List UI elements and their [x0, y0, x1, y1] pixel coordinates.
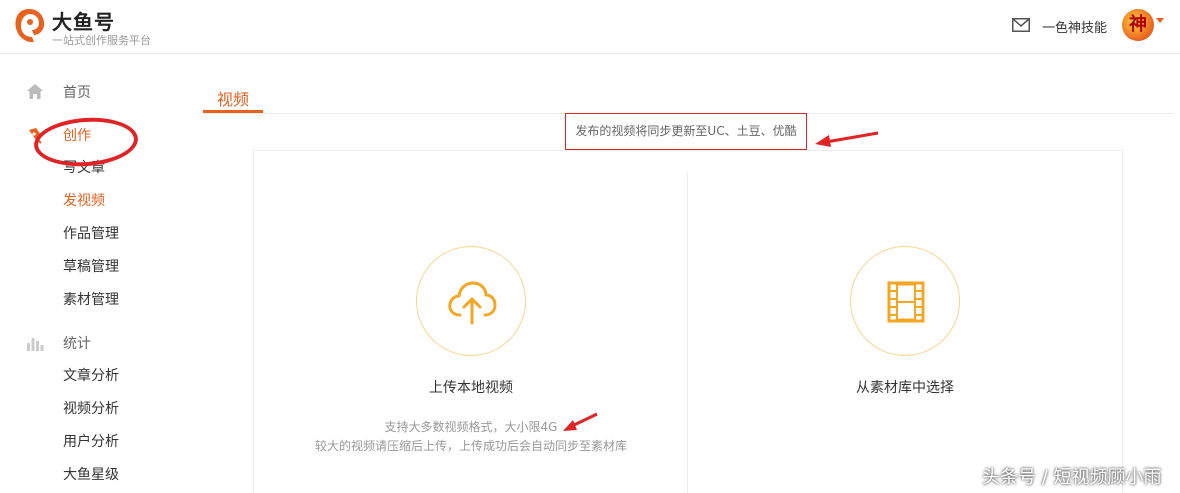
upload-local-video-button[interactable] — [416, 246, 526, 356]
sidebar-item-home[interactable]: 首页 — [26, 80, 176, 104]
username[interactable]: 一色神技能 — [1042, 17, 1107, 36]
film-icon — [887, 281, 925, 323]
sidebar-subitem-video-analysis[interactable]: 视频分析 — [63, 398, 119, 418]
sidebar-subitem-user-analysis[interactable]: 用户分析 — [63, 431, 119, 451]
avatar[interactable]: 神 — [1122, 9, 1154, 41]
top-header: 大鱼号 一站式创作服务平台 一色神技能 神 — [0, 0, 1180, 54]
home-icon — [27, 84, 43, 99]
sidebar-item-label: 统计 — [63, 336, 91, 352]
fish-logo-icon[interactable] — [12, 6, 46, 46]
upload-hint-compress: 较大的视频请压缩后上传，上传成功后会自动同步至素材库 — [314, 439, 627, 453]
bar-chart-icon — [27, 338, 44, 351]
sync-notice: 发布的视频将同步更新至UC、土豆、优酷 — [565, 113, 807, 150]
annotation-arrow — [563, 412, 598, 431]
chevron-down-icon[interactable] — [1156, 18, 1164, 23]
select-from-library-button[interactable] — [850, 246, 960, 356]
sidebar-subitem-post-video[interactable]: 发视频 — [63, 190, 105, 210]
select-from-library-title[interactable]: 从素材库中选择 — [826, 377, 984, 397]
watermark: 头条号 / 短视频顾小雨 — [982, 467, 1162, 488]
sidebar-subitem-article-analysis[interactable]: 文章分析 — [63, 365, 119, 385]
upload-local-video-title[interactable]: 上传本地视频 — [392, 377, 550, 397]
annotation-arrow — [815, 131, 879, 147]
panel-divider — [687, 172, 688, 493]
sidebar-subitem-assets-manage[interactable]: 素材管理 — [63, 289, 119, 309]
brand-name[interactable]: 大鱼号 — [52, 6, 115, 35]
sidebar-item-label: 首页 — [63, 85, 91, 101]
tab-label: 视频 — [217, 90, 250, 109]
tab-video[interactable]: 视频 — [203, 80, 263, 114]
sidebar-subitem-works-manage[interactable]: 作品管理 — [63, 223, 119, 243]
brand-tagline: 一站式创作服务平台 — [52, 34, 151, 47]
mail-icon[interactable] — [1012, 18, 1030, 32]
cloud-upload-icon — [448, 281, 497, 325]
sidebar-subitem-star-level[interactable]: 大鱼星级 — [63, 464, 119, 484]
sidebar-subitem-drafts-manage[interactable]: 草稿管理 — [63, 256, 119, 276]
sidebar-item-stats[interactable]: 统计 — [26, 331, 176, 355]
